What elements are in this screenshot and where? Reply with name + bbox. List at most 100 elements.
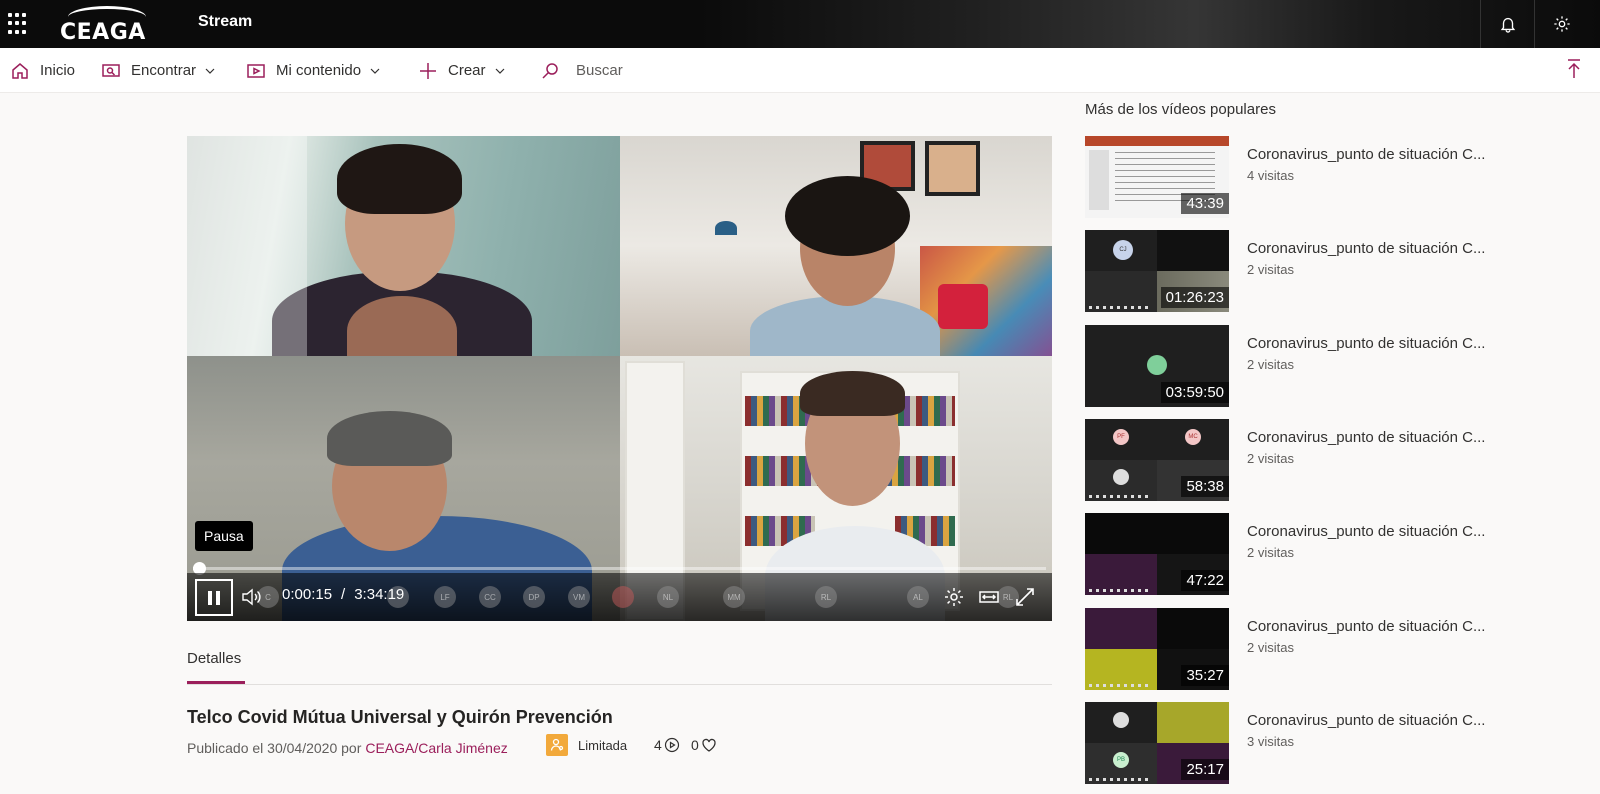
- popular-videos-heading: Más de los vídeos populares: [1085, 101, 1276, 118]
- nav-my-content-label: Mi contenido: [276, 62, 362, 79]
- divider: [1534, 0, 1535, 48]
- video-thumbnail[interactable]: 47:22: [1085, 513, 1229, 595]
- video-title-link[interactable]: Coronavirus_punto de situación C...: [1247, 523, 1485, 540]
- video-views: 3 visitas: [1247, 734, 1294, 749]
- fullscreen-icon[interactable]: [1012, 584, 1038, 610]
- popular-video-item[interactable]: 03:59:50 Coronavirus_punto de situación …: [1085, 325, 1505, 407]
- tab-divider: [187, 684, 1052, 685]
- nav-home-label: Inicio: [40, 62, 76, 79]
- video-duration: 01:26:23: [1160, 287, 1229, 308]
- participant-avatar: CC: [479, 586, 501, 608]
- participant-avatar: VM: [568, 586, 590, 608]
- participant-avatar: MM: [723, 586, 745, 608]
- progress-bar[interactable]: [193, 562, 1046, 575]
- video-thumbnail[interactable]: 43:39: [1085, 136, 1229, 218]
- player-controls: C LF CC DP VM NL MM RL AL RL 0:00:15/3:3…: [187, 573, 1052, 621]
- like-button[interactable]: 0: [691, 737, 717, 753]
- volume-icon[interactable]: [238, 584, 264, 610]
- popular-video-item[interactable]: 43:39 Coronavirus_punto de situación C..…: [1085, 136, 1505, 218]
- participant-avatar: RL: [815, 586, 837, 608]
- video-views: 2 visitas: [1247, 640, 1294, 655]
- popular-video-item[interactable]: PF MC 58:38 Coronavirus_punto de situaci…: [1085, 419, 1505, 501]
- video-views: 2 visitas: [1247, 545, 1294, 560]
- scroll-to-top-icon[interactable]: [1564, 58, 1584, 85]
- current-time: 0:00:15: [282, 586, 333, 603]
- video-thumbnail[interactable]: CJ 01:26:23: [1085, 230, 1229, 312]
- pause-button[interactable]: [195, 579, 233, 616]
- chevron-down-icon: [370, 68, 380, 74]
- participant-avatar: AL: [907, 586, 929, 608]
- play-circle-icon: [664, 737, 679, 753]
- published-text: Publicado el 30/04/2020 por: [187, 740, 362, 756]
- app-title[interactable]: Stream: [198, 13, 252, 31]
- video-title-link[interactable]: Coronavirus_punto de situación C...: [1247, 240, 1485, 257]
- nav-home[interactable]: Inicio: [10, 48, 75, 93]
- chevron-down-icon: [495, 68, 504, 74]
- search-input[interactable]: Buscar: [576, 62, 623, 79]
- video-title-link[interactable]: Coronavirus_punto de situación C...: [1247, 712, 1485, 729]
- video-duration: 43:39: [1181, 193, 1229, 214]
- video-views: 2 visitas: [1247, 357, 1294, 372]
- video-duration: 25:17: [1181, 759, 1229, 780]
- video-duration: 03:59:50: [1160, 382, 1229, 403]
- participant-avatar: DP: [523, 586, 545, 608]
- navigation-bar: Inicio Encontrar Mi contenido Crear Busc…: [0, 48, 1600, 93]
- video-views: 4 visitas: [1247, 168, 1294, 183]
- time-display: 0:00:15 / 3:34:19: [282, 586, 404, 603]
- permission-user-icon: [546, 734, 568, 756]
- plus-icon: [420, 62, 436, 79]
- time-separator: /: [341, 586, 346, 603]
- settings-gear-icon[interactable]: [1548, 10, 1576, 38]
- nav-create[interactable]: Crear: [418, 48, 506, 93]
- nav-create-label: Crear: [448, 62, 486, 79]
- popular-video-item[interactable]: PB 25:17 Coronavirus_punto de situación …: [1085, 702, 1505, 784]
- home-icon: [12, 62, 28, 79]
- tab-details[interactable]: Detalles: [187, 650, 241, 667]
- divider: [1480, 0, 1481, 48]
- header-background-art: [700, 0, 1600, 48]
- nav-discover-label: Encontrar: [131, 62, 197, 79]
- video-title-link[interactable]: Coronavirus_punto de situación C...: [1247, 618, 1485, 635]
- like-count-value: 0: [691, 737, 699, 753]
- video-title: Telco Covid Mútua Universal y Quirón Pre…: [187, 707, 613, 727]
- top-bar: CEAGA Stream: [0, 0, 1600, 48]
- view-count-value: 4: [654, 737, 662, 753]
- view-count: 4: [654, 737, 680, 753]
- video-views: 2 visitas: [1247, 451, 1294, 466]
- permission-label: Limitada: [578, 738, 628, 753]
- theater-mode-icon[interactable]: [976, 584, 1002, 610]
- video-tile-participant-1: [187, 136, 620, 356]
- ceaga-logo[interactable]: CEAGA: [58, 4, 158, 45]
- my-content-icon: [247, 63, 265, 78]
- search-icon: [542, 62, 558, 79]
- notifications-bell-icon[interactable]: [1494, 10, 1522, 38]
- video-views: 2 visitas: [1247, 262, 1294, 277]
- search-box[interactable]: Buscar: [540, 48, 623, 93]
- popular-video-item[interactable]: 47:22 Coronavirus_punto de situación C..…: [1085, 513, 1505, 595]
- participant-avatar: [612, 586, 634, 608]
- video-thumbnail[interactable]: 35:27: [1085, 608, 1229, 690]
- pause-tooltip: Pausa: [195, 521, 253, 551]
- video-title-link[interactable]: Coronavirus_punto de situación C...: [1247, 429, 1485, 446]
- chevron-down-icon: [205, 68, 215, 74]
- popular-video-item[interactable]: 35:27 Coronavirus_punto de situación C..…: [1085, 608, 1505, 690]
- video-meta: Publicado el 30/04/2020 por CEAGA/Carla …: [187, 738, 508, 758]
- video-thumbnail[interactable]: 03:59:50: [1085, 325, 1229, 407]
- author-link[interactable]: CEAGA/Carla Jiménez: [365, 740, 507, 756]
- nav-discover[interactable]: Encontrar: [101, 48, 216, 93]
- popular-video-item[interactable]: CJ 01:26:23 Coronavirus_punto de situaci…: [1085, 230, 1505, 312]
- video-thumbnail[interactable]: PB 25:17: [1085, 702, 1229, 784]
- video-player[interactable]: Pausa C LF CC DP VM NL MM RL AL RL 0:00:…: [187, 136, 1052, 621]
- video-title-link[interactable]: Coronavirus_punto de situación C...: [1247, 146, 1485, 163]
- discover-icon: [102, 63, 120, 77]
- app-launcher-icon[interactable]: [8, 13, 30, 35]
- video-duration: 47:22: [1181, 570, 1229, 591]
- participant-avatar: LF: [434, 586, 456, 608]
- total-time: 3:34:19: [354, 586, 405, 603]
- video-duration: 58:38: [1181, 476, 1229, 497]
- nav-my-content[interactable]: Mi contenido: [246, 48, 381, 93]
- settings-gear-icon[interactable]: [941, 584, 967, 610]
- video-duration: 35:27: [1181, 665, 1229, 686]
- video-title-link[interactable]: Coronavirus_punto de situación C...: [1247, 335, 1485, 352]
- video-thumbnail[interactable]: PF MC 58:38: [1085, 419, 1229, 501]
